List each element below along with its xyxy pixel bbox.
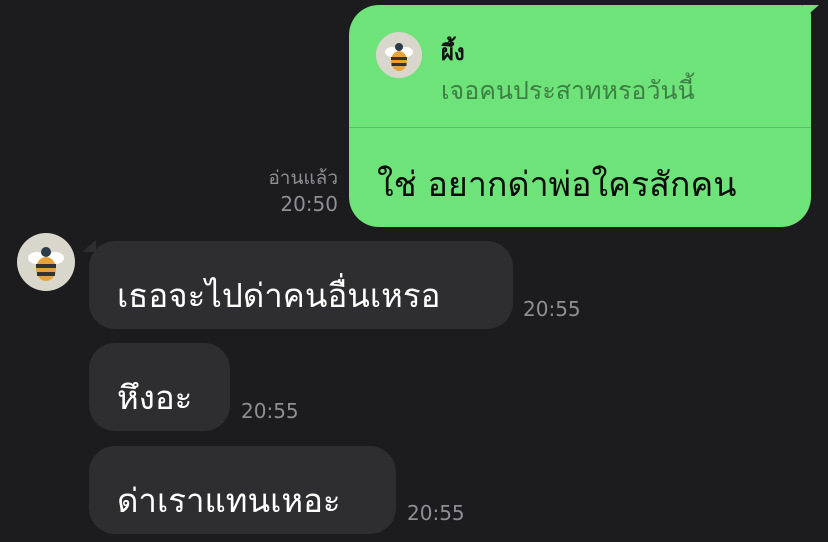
sent-message-bubble[interactable]: ผึ้ง เจอคนประสาทหรอวันนี้ ใช่ อยากด่าพ่อ… — [349, 5, 819, 227]
quoted-message-text: เจอคนประสาทหรอวันนี้ — [441, 76, 695, 105]
received-message-text: เธอจะไปด่าคนอื่นเหรอ — [117, 276, 441, 315]
received-message-bubble[interactable]: ด่าเราแทนเหอะ — [89, 446, 396, 534]
received-timestamp: 20:55 — [407, 501, 465, 525]
received-timestamp: 20:55 — [241, 399, 299, 423]
received-timestamp: 20:55 — [523, 297, 581, 321]
received-message-text: หึงอะ — [117, 378, 193, 417]
sent-timestamp: 20:50 — [280, 192, 338, 216]
bee-avatar-icon — [376, 32, 422, 78]
received-message-text: ด่าเราแทนเหอะ — [117, 481, 341, 520]
reply-divider — [349, 127, 811, 128]
read-receipt: อ่านแล้ว — [268, 167, 338, 189]
sent-message-text: ใช่ อยากด่าพ่อใครสักคน — [377, 165, 737, 205]
bee-avatar-icon[interactable] — [17, 233, 75, 291]
quoted-sender-name: ผึ้ง — [441, 41, 465, 66]
received-message-bubble[interactable]: หึงอะ — [89, 343, 230, 431]
received-message-bubble[interactable]: เธอจะไปด่าคนอื่นเหรอ — [89, 241, 513, 329]
